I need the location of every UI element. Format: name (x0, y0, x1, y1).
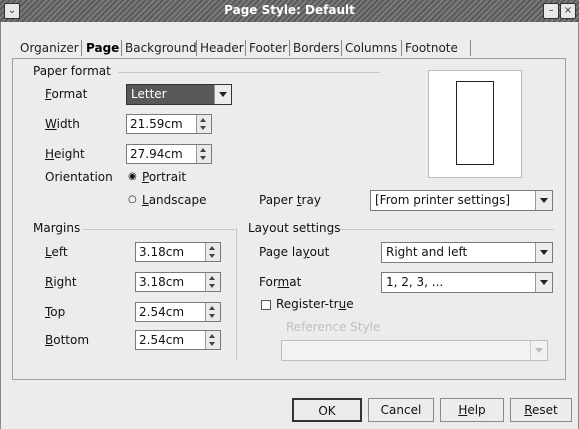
spin-up-icon[interactable] (209, 306, 215, 310)
page-layout-dropdown-button[interactable] (535, 243, 552, 262)
tab-footer[interactable]: Footer (246, 38, 290, 58)
page-preview (428, 70, 522, 178)
page-layout-value: Right and left (386, 245, 468, 259)
right-margin-label: Right (45, 275, 77, 289)
group-divider (340, 229, 554, 230)
portrait-label[interactable]: Portrait (142, 170, 186, 184)
left-margin-value: 3.18cm (139, 245, 185, 259)
width-spinner[interactable] (196, 115, 211, 133)
width-value: 21.59cm (130, 117, 183, 131)
layout-settings-group-title: Layout settings (248, 221, 341, 235)
paper-tray-select[interactable]: [From printer settings] (370, 190, 553, 211)
chevron-down-icon (540, 250, 548, 255)
chevron-down-icon (219, 92, 227, 97)
tab-separator (470, 40, 471, 56)
tab-footnote[interactable]: Footnote (402, 38, 461, 58)
close-icon[interactable]: × (560, 3, 576, 19)
format-label: Format (45, 87, 88, 101)
window-title: Page Style: Default (224, 3, 355, 17)
spin-up-icon[interactable] (200, 118, 206, 122)
reset-button[interactable]: Reset (510, 398, 572, 422)
width-label: Width (45, 117, 80, 131)
reference-style-label: Reference Style (286, 320, 381, 334)
numbering-format-select[interactable]: 1, 2, 3, ... (381, 272, 553, 293)
spin-up-icon[interactable] (209, 246, 215, 250)
height-value: 27.94cm (130, 147, 183, 161)
left-margin-spinner[interactable] (205, 243, 220, 261)
spin-down-icon[interactable] (209, 254, 215, 258)
spin-up-icon[interactable] (200, 148, 206, 152)
tab-background[interactable]: Background (122, 38, 200, 58)
width-field[interactable]: 21.59cm (126, 114, 212, 134)
numbering-format-dropdown-button[interactable] (535, 273, 552, 292)
portrait-radio[interactable]: ◉ (128, 172, 138, 182)
tab-separator (81, 40, 82, 56)
minimize-icon[interactable]: – (543, 3, 559, 19)
spin-down-icon[interactable] (209, 314, 215, 318)
page-layout-select[interactable]: Right and left (381, 242, 553, 263)
cancel-button[interactable]: Cancel (368, 398, 434, 422)
register-true-checkbox[interactable] (261, 300, 271, 310)
landscape-radio[interactable]: ○ (128, 195, 138, 205)
group-divider (83, 229, 235, 230)
bottom-margin-label: Bottom (45, 333, 90, 347)
reference-style-dropdown-button[interactable] (530, 341, 547, 360)
height-field[interactable]: 27.94cm (126, 144, 212, 164)
page-preview-sheet (456, 81, 494, 165)
height-spinner[interactable] (196, 145, 211, 163)
right-margin-spinner[interactable] (205, 273, 220, 291)
tab-organizer[interactable]: Organizer (17, 38, 82, 58)
left-margin-field[interactable]: 3.18cm (135, 242, 221, 262)
help-button[interactable]: Help (440, 398, 504, 422)
paper-tray-dropdown-button[interactable] (535, 191, 552, 210)
top-margin-field[interactable]: 2.54cm (135, 302, 221, 322)
group-divider (118, 72, 380, 73)
paper-format-group-title: Paper format (33, 64, 111, 78)
format-select[interactable]: Letter (126, 84, 232, 105)
numbering-format-label: Format (259, 275, 302, 289)
bottom-margin-spinner[interactable] (205, 331, 220, 349)
register-true-label[interactable]: Register-true (276, 297, 354, 311)
paper-tray-value: [From printer settings] (375, 193, 511, 207)
top-margin-spinner[interactable] (205, 303, 220, 321)
vertical-divider (236, 228, 237, 360)
spin-up-icon[interactable] (209, 334, 215, 338)
tab-header[interactable]: Header (197, 38, 247, 58)
margins-group-title: Margins (33, 221, 81, 235)
paper-tray-label: Paper tray (259, 193, 321, 207)
page-layout-label: Page layout (259, 245, 330, 259)
orientation-label: Orientation (45, 170, 113, 184)
tab-columns[interactable]: Columns (342, 38, 400, 58)
right-margin-field[interactable]: 3.18cm (135, 272, 221, 292)
right-margin-value: 3.18cm (139, 275, 185, 289)
spin-down-icon[interactable] (209, 342, 215, 346)
tab-page[interactable]: Page (83, 38, 122, 58)
spin-up-icon[interactable] (209, 276, 215, 280)
format-dropdown-button[interactable] (214, 85, 231, 104)
tab-borders[interactable]: Borders (290, 38, 342, 58)
bottom-margin-field[interactable]: 2.54cm (135, 330, 221, 350)
chevron-down-icon (540, 280, 548, 285)
spin-down-icon[interactable] (209, 284, 215, 288)
spin-down-icon[interactable] (200, 156, 206, 160)
chevron-down-icon (535, 348, 543, 353)
top-margin-value: 2.54cm (139, 305, 185, 319)
format-select-value: Letter (131, 87, 167, 101)
top-margin-label: Top (45, 305, 66, 319)
bottom-margin-value: 2.54cm (139, 333, 185, 347)
spin-down-icon[interactable] (200, 126, 206, 130)
chevron-down-icon (540, 198, 548, 203)
height-label: Height (45, 147, 85, 161)
numbering-format-value: 1, 2, 3, ... (386, 275, 444, 289)
left-margin-label: Left (45, 245, 68, 259)
reference-style-select[interactable] (281, 340, 548, 361)
landscape-label[interactable]: Landscape (142, 193, 206, 207)
ok-button[interactable]: OK (292, 398, 362, 422)
